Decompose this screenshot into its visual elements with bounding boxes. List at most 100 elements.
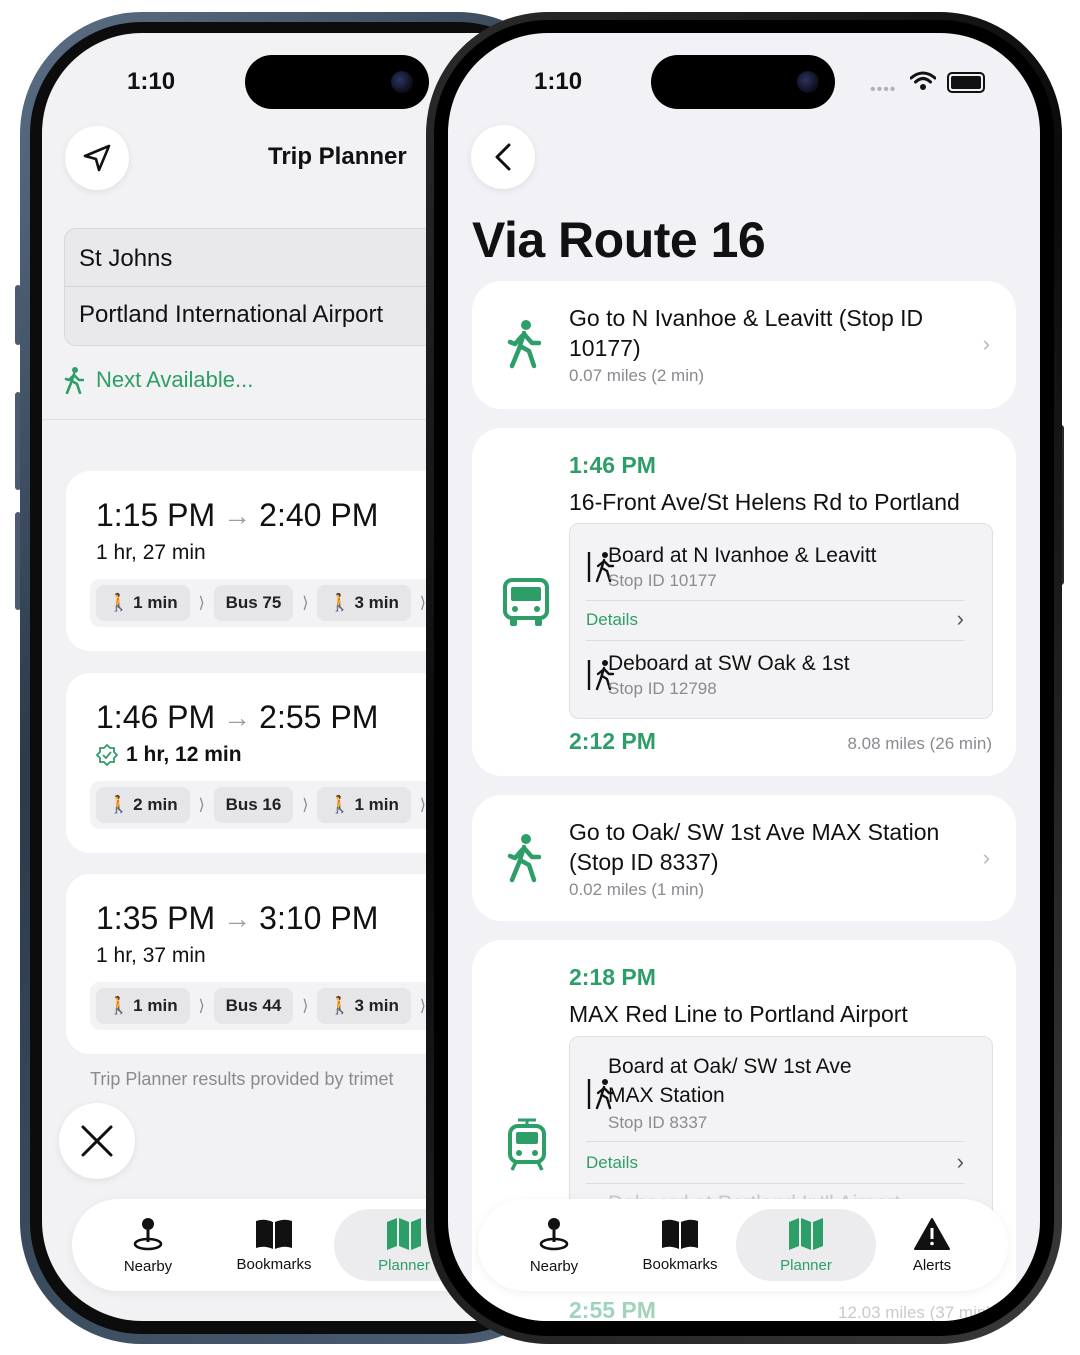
walk-leg: 🚶 3 min (317, 988, 411, 1024)
depart-time: 1:35 PM (96, 900, 216, 936)
walk-step-distance: 0.02 miles (1 min) (569, 880, 705, 899)
walk-leg: 🚶 3 min (317, 585, 411, 621)
battery-icon (947, 72, 985, 93)
arrive-time: 2:55 PM (259, 699, 379, 735)
departure-time: 1:46 PM (569, 452, 656, 478)
board-stop: Board at N Ivanhoe & Leavitt (608, 544, 877, 567)
location-button[interactable] (65, 126, 129, 190)
tab-alerts[interactable]: Alerts (873, 1209, 991, 1281)
pin-icon (133, 1217, 163, 1250)
walk-step-title: Go to N Ivanhoe & Leavitt (Stop ID 10177… (569, 305, 924, 361)
walk-leg: 🚶 2 min (96, 787, 190, 823)
transit-leg-card: 1:46 PM 16-Front Ave/St Helens Rd to Por… (472, 428, 1016, 776)
next-available-label: Next Available... (96, 367, 254, 392)
tab-label: Alerts (912, 1256, 952, 1274)
walking-icon: 🚶 (108, 996, 130, 1015)
walk-step-card[interactable]: Go to N Ivanhoe & Leavitt (Stop ID 10177… (472, 281, 1016, 409)
map-icon (789, 1217, 823, 1250)
details-link[interactable]: Details (586, 610, 638, 630)
arrival-time: 2:55 PM (569, 1297, 656, 1321)
chevron-right-icon: ⟩ (302, 595, 309, 612)
arrive-time: 2:40 PM (259, 497, 379, 533)
deboard-stop: Deboard at SW Oak & 1st (608, 652, 850, 675)
tab-bar: Nearby Bookmarks Planner Alerts (478, 1199, 1008, 1291)
walking-icon: 🚶 (329, 996, 351, 1015)
tab-label: Nearby (529, 1257, 579, 1275)
next-available-button[interactable]: Next Available... (64, 366, 253, 394)
walk-step-distance: 0.07 miles (2 min) (569, 366, 705, 385)
location-arrow-icon (83, 144, 111, 172)
walk-leg: 🚶 1 min (96, 585, 190, 621)
depart-time: 1:46 PM (96, 699, 216, 735)
chevron-left-icon (495, 143, 511, 171)
tab-label: Bookmarks (236, 1255, 312, 1273)
bus-leg: Bus 44 (213, 988, 294, 1024)
arrival-time: 2:12 PM (569, 728, 656, 754)
bus-icon (503, 578, 549, 626)
bus-leg: Bus 75 (213, 585, 294, 621)
board-stop-id: Stop ID 8337 (608, 1113, 708, 1132)
departure-time: 2:18 PM (569, 964, 656, 990)
walking-icon: 🚶 (108, 593, 130, 612)
walking-icon: 🚶 (329, 593, 351, 612)
map-icon (387, 1217, 421, 1250)
alert-icon (914, 1217, 950, 1250)
book-icon (256, 1219, 292, 1249)
leg-distance: 12.03 miles (37 min) (837, 1303, 992, 1321)
trip-duration: 1 hr, 12 min (126, 743, 242, 766)
page-title: Via Route 16 (472, 212, 766, 268)
walking-icon (507, 834, 542, 883)
tab-bookmarks[interactable]: Bookmarks (621, 1209, 739, 1281)
train-icon (508, 1118, 546, 1171)
trip-duration: 1 hr, 27 min (96, 541, 206, 564)
tab-label: Nearby (123, 1257, 173, 1275)
wifi-icon (910, 71, 936, 90)
book-icon (662, 1219, 698, 1249)
board-stop-id: Stop ID 10177 (608, 571, 717, 590)
details-link[interactable]: Details (586, 1153, 638, 1173)
provider-note: Trip Planner results provided by trimet (90, 1069, 394, 1089)
recommended-badge-icon (96, 744, 118, 766)
origin-field[interactable]: St Johns (79, 245, 172, 273)
depart-time: 1:15 PM (96, 497, 216, 533)
tab-nearby[interactable]: Nearby (89, 1209, 207, 1281)
route-details-screen: 1:10 •••• Via Route 16 Go to N Ivanhoe &… (448, 33, 1040, 1321)
arrive-time: 3:10 PM (259, 900, 379, 936)
walking-icon (64, 367, 84, 394)
leg-distance: 8.08 miles (26 min) (847, 734, 992, 753)
signal-icon: •••• (870, 81, 897, 98)
tab-bookmarks[interactable]: Bookmarks (215, 1209, 333, 1281)
back-button[interactable] (471, 125, 535, 189)
chevron-right-icon: › (956, 1149, 964, 1174)
page-title: Trip Planner (268, 143, 407, 170)
route-name: 16-Front Ave/St Helens Rd to Portland (569, 489, 960, 515)
arrow-right-icon: → (223, 701, 252, 733)
walking-icon (507, 320, 542, 369)
tab-label: Planner (378, 1256, 430, 1274)
dynamic-island (651, 55, 835, 109)
tab-nearby[interactable]: Nearby (495, 1209, 613, 1281)
chevron-right-icon: › (956, 606, 964, 631)
stops-box: Board at N Ivanhoe & Leavitt Stop ID 101… (569, 523, 993, 719)
walk-step-card[interactable]: Go to Oak/ SW 1st Ave MAX Station (Stop … (472, 795, 1016, 921)
close-button[interactable] (59, 1103, 135, 1179)
pin-icon (539, 1217, 569, 1250)
walking-icon: 🚶 (108, 795, 130, 814)
dynamic-island (245, 55, 429, 109)
chevron-right-icon: ⟩ (198, 797, 205, 814)
chevron-right-icon: ⟩ (198, 998, 205, 1015)
arrow-right-icon: → (223, 499, 252, 531)
trip-duration: 1 hr, 37 min (96, 944, 206, 967)
destination-field[interactable]: Portland International Airport (79, 301, 383, 329)
chevron-right-icon: ⟩ (198, 595, 205, 612)
walk-step-title: Go to Oak/ SW 1st Ave MAX Station (Stop … (569, 819, 940, 875)
tab-label: Planner (780, 1256, 832, 1274)
tab-planner[interactable]: Planner (736, 1209, 876, 1281)
route-name: MAX Red Line to Portland Airport (569, 1001, 908, 1027)
chevron-right-icon: ⟩ (302, 998, 309, 1015)
status-time: 1:10 (127, 68, 176, 95)
walk-leg: 🚶 1 min (96, 988, 190, 1024)
tab-label: Bookmarks (642, 1255, 718, 1273)
close-icon (81, 1125, 113, 1157)
deboard-stop-id: Stop ID 12798 (608, 679, 717, 698)
